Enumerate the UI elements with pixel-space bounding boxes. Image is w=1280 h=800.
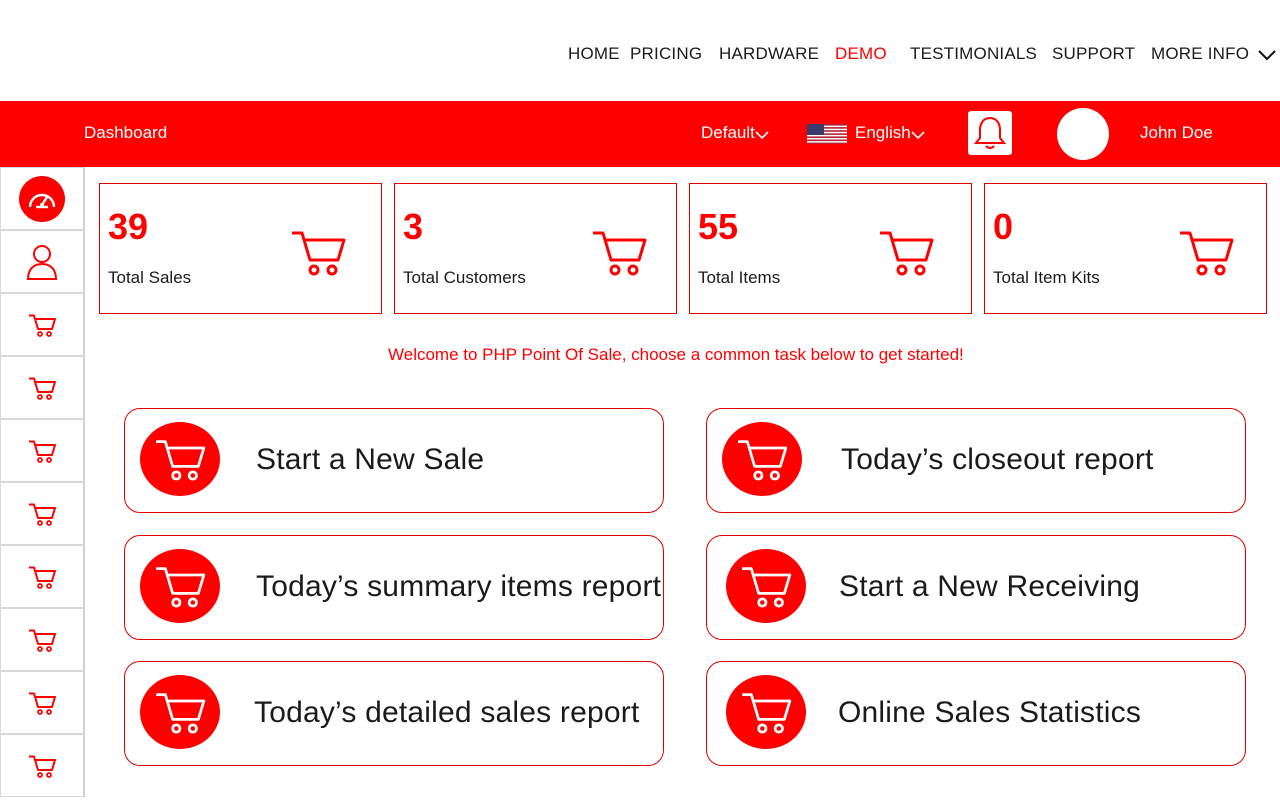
sidebar-item-cart[interactable]	[0, 293, 85, 356]
stat-card-total-items[interactable]: 55 Total Items	[689, 183, 972, 314]
cart-icon	[29, 629, 56, 652]
sidebar-item-customers[interactable]	[0, 230, 85, 293]
cart-icon	[726, 549, 806, 623]
customers-icon	[26, 244, 58, 280]
task-label: Start a New Sale	[256, 443, 485, 476]
cart-icon	[29, 692, 56, 715]
stat-label: Total Sales	[108, 268, 192, 287]
us-flag-icon	[807, 124, 847, 144]
cart-icon	[140, 422, 220, 496]
sidebar-item-cart[interactable]	[0, 419, 85, 482]
cart-icon	[722, 422, 802, 496]
user-name[interactable]: John Doe	[1140, 123, 1213, 143]
nav-hardware[interactable]: HARDWARE	[719, 44, 819, 64]
sidebar-item-dashboard[interactable]	[0, 167, 85, 230]
notifications-button[interactable]	[968, 111, 1012, 155]
stat-value: 39	[108, 206, 149, 247]
cart-icon	[726, 675, 806, 749]
language-select[interactable]: English	[855, 123, 925, 143]
task-label: Start a New Receiving	[839, 570, 1140, 603]
cart-icon	[1180, 231, 1234, 276]
nav-pricing[interactable]: PRICING	[630, 44, 702, 64]
cart-icon	[29, 314, 56, 337]
nav-more-info-label: MORE INFO	[1151, 44, 1250, 63]
cart-icon	[880, 231, 934, 276]
stat-value: 3	[403, 206, 424, 247]
task-todays-closeout-report[interactable]: Today’s closeout report	[706, 408, 1246, 513]
sidebar-item-cart[interactable]	[0, 608, 85, 671]
bell-icon	[973, 116, 1007, 149]
chevron-down-icon	[911, 131, 925, 140]
stat-card-total-customers[interactable]: 3 Total Customers	[394, 183, 677, 314]
sidebar	[0, 167, 85, 800]
sidebar-item-cart[interactable]	[0, 734, 85, 797]
sidebar-item-cart[interactable]	[0, 482, 85, 545]
top-navigation: HOME PRICING HARDWARE DEMO TESTIMONIALS …	[0, 0, 1280, 101]
chevron-down-icon	[755, 131, 769, 140]
task-start-new-receiving[interactable]: Start a New Receiving	[706, 535, 1246, 640]
cart-icon	[140, 549, 220, 623]
task-label: Today’s detailed sales report	[254, 696, 640, 729]
chevron-down-icon	[1258, 49, 1276, 60]
store-select[interactable]: Default	[701, 123, 769, 143]
cart-icon	[29, 566, 56, 589]
cart-icon	[29, 377, 56, 400]
avatar[interactable]	[1057, 108, 1109, 160]
task-start-new-sale[interactable]: Start a New Sale	[124, 408, 664, 513]
nav-demo[interactable]: DEMO	[835, 44, 887, 64]
task-label: Today’s closeout report	[841, 443, 1154, 476]
stat-value: 55	[698, 206, 739, 247]
dashboard-icon	[19, 175, 65, 222]
stat-label: Total Customers	[403, 268, 526, 287]
nav-testimonials[interactable]: TESTIMONIALS	[910, 44, 1037, 64]
stat-label: Total Item Kits	[993, 268, 1100, 287]
store-select-value: Default	[701, 123, 755, 142]
task-label: Today’s summary items report	[256, 570, 662, 603]
nav-more-info[interactable]: MORE INFO	[1151, 44, 1276, 64]
cart-icon	[140, 675, 220, 749]
stat-value: 0	[993, 206, 1014, 247]
cart-icon	[29, 440, 56, 463]
stat-card-total-sales[interactable]: 39 Total Sales	[99, 183, 382, 314]
task-online-sales-statistics[interactable]: Online Sales Statistics	[706, 661, 1246, 766]
task-todays-summary-items-report[interactable]: Today’s summary items report	[124, 535, 664, 640]
cart-icon	[29, 755, 56, 778]
cart-icon	[292, 231, 346, 276]
stat-label: Total Items	[698, 268, 781, 287]
sidebar-item-cart[interactable]	[0, 545, 85, 608]
nav-home[interactable]: HOME	[568, 44, 620, 64]
language-select-value: English	[855, 123, 911, 142]
welcome-message: Welcome to PHP Point Of Sale, choose a c…	[388, 345, 964, 364]
page-title: Dashboard	[84, 123, 168, 142]
nav-support[interactable]: SUPPORT	[1052, 44, 1135, 64]
cart-icon	[29, 503, 56, 526]
sidebar-item-cart[interactable]	[0, 356, 85, 419]
sidebar-item-cart[interactable]	[0, 671, 85, 734]
cart-icon	[593, 231, 647, 276]
task-label: Online Sales Statistics	[838, 696, 1142, 729]
task-todays-detailed-sales-report[interactable]: Today’s detailed sales report	[124, 661, 664, 766]
stat-card-total-item-kits[interactable]: 0 Total Item Kits	[984, 183, 1267, 314]
